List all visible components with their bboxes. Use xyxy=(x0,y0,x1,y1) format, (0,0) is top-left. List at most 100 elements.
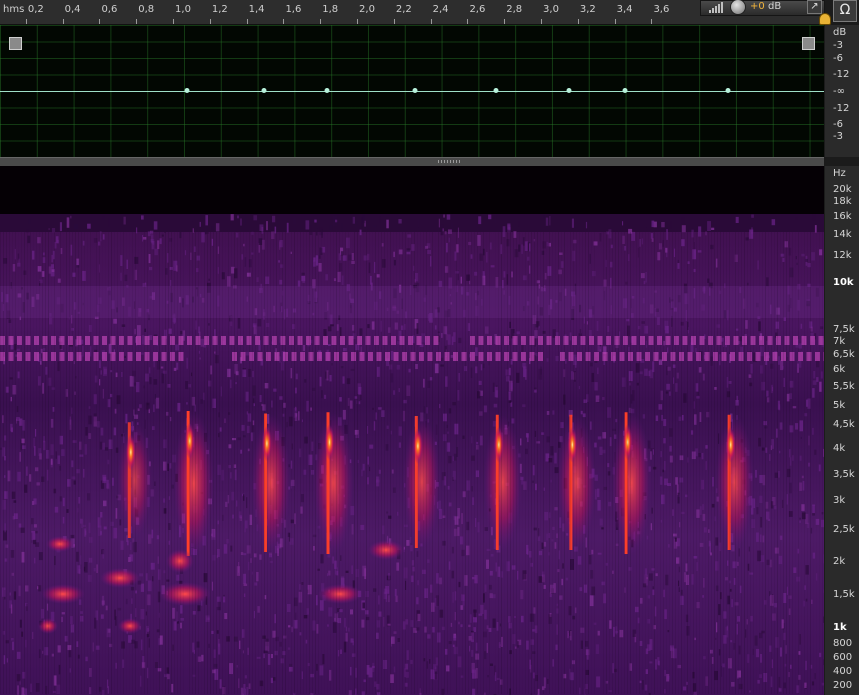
texture-line xyxy=(720,232,721,694)
texture-line xyxy=(102,232,103,694)
texture-line xyxy=(42,232,43,694)
noise-speck xyxy=(712,477,714,487)
texture-line xyxy=(660,232,661,694)
texture-line xyxy=(621,232,622,694)
expand-icon[interactable]: ↗ xyxy=(807,0,822,14)
noise-speck xyxy=(589,253,591,264)
noise-speck xyxy=(546,678,549,684)
texture-line xyxy=(75,232,76,694)
noise-speck xyxy=(387,595,390,603)
texture-line xyxy=(399,232,400,694)
texture-line xyxy=(15,232,16,694)
frequency-label: 1,5k xyxy=(833,589,855,600)
envelope-keyframe[interactable] xyxy=(324,88,330,93)
noise-speck xyxy=(664,689,666,694)
texture-line xyxy=(708,232,709,694)
noise-speck xyxy=(134,256,139,264)
texture-line xyxy=(216,232,217,694)
noise-speck xyxy=(190,217,193,222)
gain-value[interactable]: +0 xyxy=(750,1,765,12)
texture-line xyxy=(489,232,490,694)
noise-speck xyxy=(766,336,768,341)
texture-line xyxy=(114,232,115,694)
noise-speck xyxy=(771,386,774,392)
noise-speck xyxy=(535,483,537,491)
noise-speck xyxy=(529,659,531,670)
texture-line xyxy=(111,232,112,694)
noise-speck xyxy=(680,596,684,605)
texture-line xyxy=(546,232,547,694)
noise-speck xyxy=(361,217,363,229)
noise-speck xyxy=(156,535,160,540)
envelope-end-handle[interactable] xyxy=(802,37,815,50)
texture-line xyxy=(72,232,73,694)
envelope-keyframe[interactable] xyxy=(725,88,731,93)
texture-line xyxy=(549,232,550,694)
noise-speck xyxy=(411,560,415,566)
noise-speck xyxy=(570,371,574,380)
noise-speck xyxy=(388,573,390,580)
frequency-label: 400 xyxy=(833,666,853,677)
ruler-tick-line xyxy=(430,19,432,24)
noise-speck xyxy=(774,547,779,554)
texture-line xyxy=(330,232,331,694)
noise-speck xyxy=(55,451,57,459)
texture-line xyxy=(48,232,49,694)
texture-line xyxy=(243,232,244,694)
texture-line xyxy=(237,232,238,694)
envelope-keyframe[interactable] xyxy=(622,88,628,93)
texture-line xyxy=(495,232,496,694)
texture-line xyxy=(738,232,739,694)
texture-line xyxy=(171,232,172,694)
noise-speck xyxy=(240,687,244,695)
texture-line xyxy=(717,232,718,694)
headphones-icon[interactable]: Ω xyxy=(833,0,857,22)
texture-line xyxy=(183,232,184,694)
texture-line xyxy=(282,232,283,694)
noise-speck xyxy=(301,671,303,680)
noise-speck xyxy=(82,345,84,357)
envelope-keyframe[interactable] xyxy=(261,88,267,93)
envelope-keyframe[interactable] xyxy=(493,88,499,93)
spectrogram-view[interactable] xyxy=(0,166,824,695)
texture-line xyxy=(558,232,559,694)
noise-speck xyxy=(536,441,541,444)
envelope-start-handle[interactable] xyxy=(9,37,22,50)
noise-speck xyxy=(654,659,658,670)
volume-envelope-panel[interactable] xyxy=(0,25,824,158)
noise-speck xyxy=(707,221,711,231)
noise-speck xyxy=(87,223,91,229)
frequency-label: 7,5k xyxy=(833,324,855,335)
playhead-marker[interactable] xyxy=(819,13,831,25)
noise-speck xyxy=(452,402,456,406)
texture-line xyxy=(96,232,97,694)
texture-line xyxy=(222,232,223,694)
texture-line xyxy=(231,232,232,694)
frequency-label: 4,5k xyxy=(833,419,855,430)
noise-speck xyxy=(538,325,540,329)
texture-line xyxy=(192,232,193,694)
noise-speck xyxy=(559,252,563,255)
texture-line xyxy=(462,232,463,694)
texture-line xyxy=(333,232,334,694)
frequency-scale: Hz 20k 18k 16k 14k 12k 10k 7,5k 7k 6,5k 6k 5,5k 5k 4,… xyxy=(825,166,859,695)
texture-line xyxy=(411,232,412,694)
envelope-keyframe[interactable] xyxy=(184,88,190,93)
gain-knob[interactable] xyxy=(730,0,746,15)
frequency-label: 10k xyxy=(833,277,854,288)
ruler-tick-line xyxy=(504,19,506,24)
texture-line xyxy=(360,232,361,694)
noise-speck xyxy=(429,377,433,381)
frequency-label: 2,5k xyxy=(833,524,855,535)
bird-call-peak xyxy=(125,434,136,471)
texture-line xyxy=(771,232,772,694)
noise-speck xyxy=(455,271,460,274)
envelope-keyframe[interactable] xyxy=(412,88,418,93)
noise-speck xyxy=(439,403,441,409)
noise-speck xyxy=(316,663,318,671)
noise-speck xyxy=(622,221,624,226)
texture-line xyxy=(285,232,286,694)
envelope-keyframe[interactable] xyxy=(566,88,572,93)
texture-line xyxy=(768,232,769,694)
noise-speck xyxy=(19,452,21,462)
